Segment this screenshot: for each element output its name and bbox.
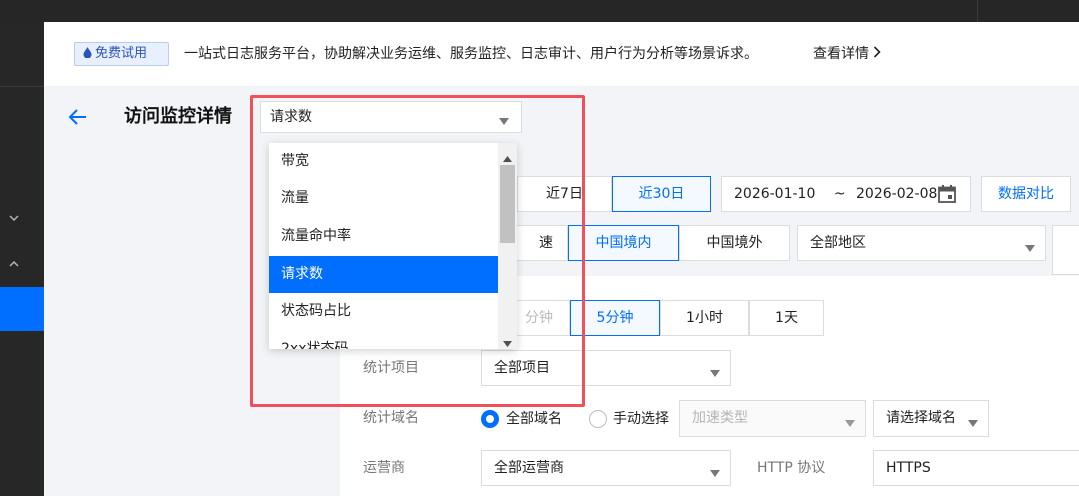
chevron-up-icon[interactable] [8, 258, 20, 270]
manual-select-radio[interactable] [589, 410, 607, 428]
view-details-label: 查看详情 [813, 46, 869, 62]
top-bar-divider [977, 0, 978, 22]
calendar-icon[interactable] [937, 184, 957, 204]
page-title: 访问监控详情 [124, 106, 232, 127]
sidebar-divider [0, 86, 44, 87]
choose-domain-label: 请选择域名 [886, 410, 956, 426]
caret-down-icon [845, 415, 855, 427]
date-end: 2026-02-08 [856, 186, 938, 202]
area-select[interactable]: 全部地区 [797, 225, 1046, 261]
sidebar-item-active[interactable] [0, 287, 44, 331]
view-details-link[interactable]: 查看详情 [813, 44, 903, 64]
back-arrow-icon[interactable] [68, 107, 88, 127]
highlight-box [250, 95, 585, 407]
caret-down-icon [1025, 240, 1035, 252]
data-compare-button[interactable]: 数据对比 [981, 176, 1071, 212]
chevron-down-icon[interactable] [8, 212, 20, 224]
top-bar [0, 0, 1079, 22]
chevron-right-icon [873, 44, 881, 58]
isp-select[interactable]: 全部运营商 [481, 450, 731, 486]
range-30d-button[interactable]: 近30日 [612, 176, 711, 212]
region-overseas-button[interactable]: 中国境外 [679, 225, 790, 261]
granularity-1d-button[interactable]: 1天 [749, 300, 824, 336]
http-protocol-select[interactable]: HTTPS [873, 450, 1079, 486]
all-domains-radio[interactable] [481, 410, 499, 428]
granularity-1h-button[interactable]: 1小时 [660, 300, 749, 336]
caret-down-icon [710, 365, 720, 377]
sidebar [0, 22, 44, 496]
date-start: 2026-01-10 [734, 186, 816, 202]
banner-description: 一站式日志服务平台，协助解决业务运维、服务监控、日志审计、用户行为分析等场景诉求… [184, 46, 758, 62]
free-trial-tag[interactable]: 免费试用 [74, 42, 169, 66]
http-protocol-value: HTTPS [886, 460, 931, 476]
area-select-value: 全部地区 [810, 235, 866, 251]
drop-icon [83, 44, 92, 59]
domain-label: 统计域名 [363, 410, 419, 426]
side-input-edge[interactable] [1052, 225, 1079, 275]
free-trial-label: 免费试用 [95, 46, 148, 61]
manual-select-label[interactable]: 手动选择 [613, 409, 669, 429]
all-domains-label[interactable]: 全部域名 [506, 409, 562, 429]
http-protocol-label: HTTP 协议 [757, 460, 826, 476]
caret-down-icon [710, 465, 720, 477]
isp-select-value: 全部运营商 [494, 460, 564, 476]
caret-down-icon [968, 415, 978, 427]
date-separator: ~ [833, 186, 846, 202]
accel-type-select[interactable]: 加速类型 [679, 400, 866, 437]
accel-type-placeholder: 加速类型 [692, 410, 748, 426]
isp-label: 运营商 [363, 460, 405, 476]
date-range-picker[interactable]: 2026-01-10 ~ 2026-02-08 [721, 176, 971, 212]
